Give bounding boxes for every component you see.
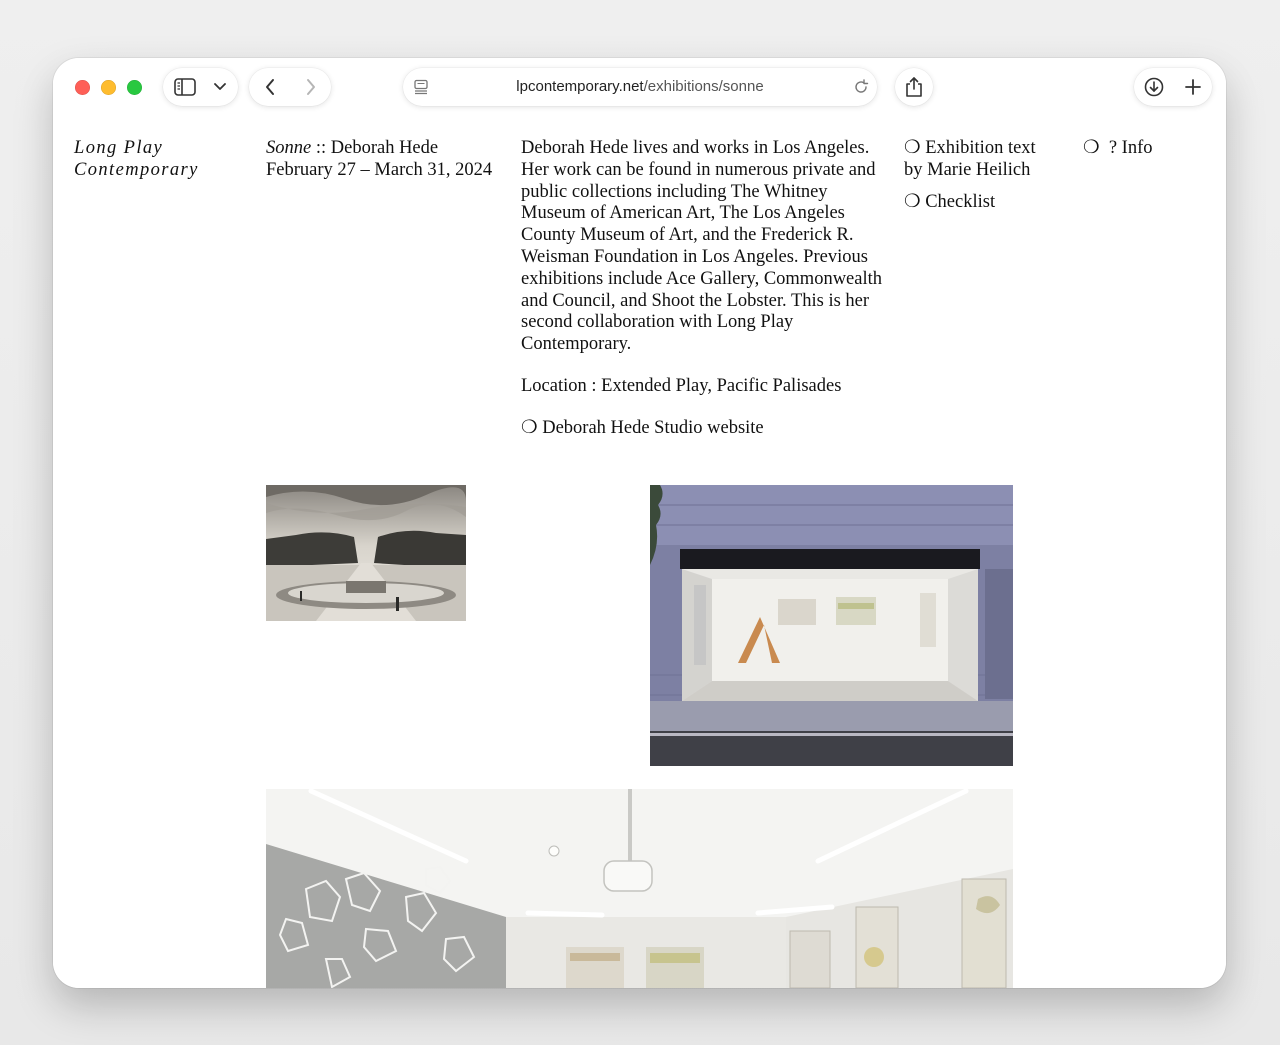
- checklist-link[interactable]: ❍ Checklist: [904, 192, 1044, 214]
- url-path: /exhibitions/sonne: [643, 78, 764, 95]
- navigation-control-group: [249, 68, 331, 106]
- exhibition-dates: February 27 – March 31, 2024: [266, 159, 493, 180]
- chevron-left-icon: [265, 79, 274, 95]
- studio-website-link[interactable]: ❍ Deborah Hede Studio website: [521, 418, 889, 440]
- garden-photo: [266, 485, 466, 621]
- reload-icon[interactable]: [853, 79, 869, 95]
- close-window-button[interactable]: [75, 80, 90, 95]
- download-icon: [1144, 77, 1163, 97]
- exhibition-title: Sonne :: Deborah Hede: [266, 138, 496, 160]
- share-button[interactable]: [895, 68, 933, 106]
- sidebar-icon: [174, 78, 196, 96]
- tab-group-menu-button[interactable]: [207, 68, 233, 106]
- share-icon: [906, 77, 922, 97]
- sidebar-toggle-button[interactable]: [163, 68, 207, 106]
- minimize-window-button[interactable]: [101, 80, 116, 95]
- downloads-button[interactable]: [1134, 68, 1173, 106]
- plus-icon: [1184, 79, 1201, 95]
- chevron-down-icon: [214, 83, 226, 90]
- chevron-right-icon: [306, 79, 315, 95]
- exhibition-text-link[interactable]: ❍ Exhibition text by Marie Heilich: [904, 138, 1044, 182]
- web-page: Long Play Contemporary Sonne :: Deborah …: [53, 118, 1226, 988]
- exhibition-title-artist: :: Deborah Hede: [311, 138, 439, 158]
- gallery-interior-photo: [266, 789, 1013, 988]
- url-domain: lpcontemporary.net: [516, 78, 644, 95]
- browser-toolbar: lpcontemporary.net/exhibitions/sonne: [53, 58, 1226, 118]
- artist-bio-block: Deborah Hede lives and works in Los Ange…: [521, 138, 889, 460]
- address-bar[interactable]: lpcontemporary.net/exhibitions/sonne: [403, 68, 877, 106]
- info-link[interactable]: ❍ ? Info: [1083, 138, 1203, 160]
- url-text[interactable]: lpcontemporary.net/exhibitions/sonne: [403, 68, 877, 106]
- garage-gallery-photo: [650, 485, 1013, 766]
- exhibition-title-italic: Sonne: [266, 138, 312, 158]
- artist-bio: Deborah Hede lives and works in Los Ange…: [521, 138, 883, 355]
- downloads-newtab-group: [1134, 68, 1212, 106]
- exhibition-header: Sonne :: Deborah Hede February 27 – Marc…: [266, 138, 496, 182]
- exhibition-links: ❍ Exhibition text by Marie Heilich ❍ Che…: [904, 138, 1044, 223]
- logo-line-2: Contemporary: [74, 159, 199, 180]
- zoom-window-button[interactable]: [127, 80, 142, 95]
- logo-line-1: Long Play: [74, 138, 164, 158]
- back-button[interactable]: [249, 68, 290, 106]
- site-logo[interactable]: Long Play Contemporary: [74, 138, 244, 182]
- new-tab-button[interactable]: [1173, 68, 1212, 106]
- exhibition-location: Location : Extended Play, Pacific Palisa…: [521, 375, 842, 396]
- forward-button[interactable]: [290, 68, 331, 106]
- sidebar-control-group: [163, 68, 238, 106]
- info-column: ❍ ? Info: [1083, 138, 1203, 160]
- browser-window: lpcontemporary.net/exhibitions/sonne Lon…: [53, 58, 1226, 988]
